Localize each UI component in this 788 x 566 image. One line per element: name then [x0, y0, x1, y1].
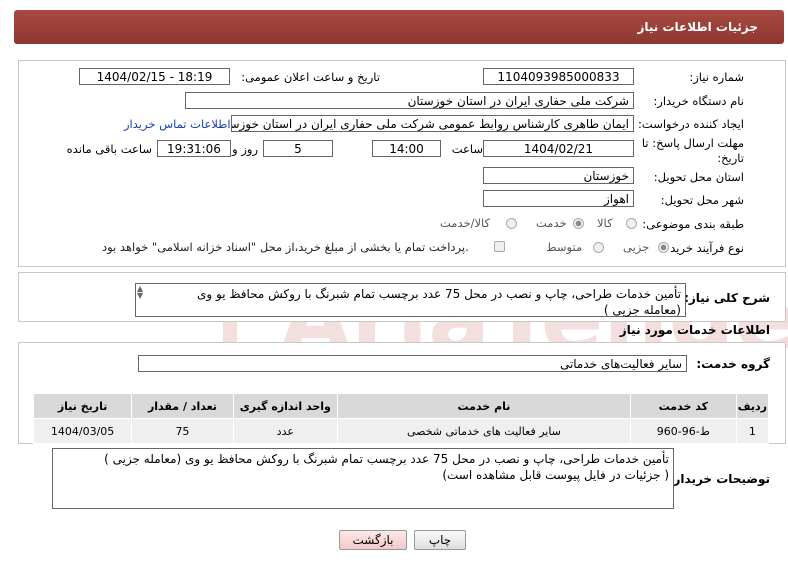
back-button[interactable]: بازگشت: [339, 530, 407, 550]
remaining-time-label: ساعت باقی مانده: [66, 142, 152, 156]
category-service-label: خدمت: [536, 216, 567, 230]
city-field: اهواز: [483, 190, 634, 207]
col-date-header: تاریخ نیاز: [32, 393, 133, 419]
buyer-org-label: نام دستگاه خریدار:: [653, 94, 744, 108]
requester-label: ایجاد کننده درخواست:: [638, 117, 744, 131]
scrollbar-arrows[interactable]: ▲ ▼: [137, 285, 147, 300]
treasury-payment-checkbox[interactable]: [494, 241, 505, 252]
table-header-row: تاریخ نیاز تعداد / مقدار واحد اندازه گیر…: [32, 393, 770, 419]
col-name-header: نام خدمت: [336, 393, 631, 419]
buyer-notes-line2: ( جزئیات در فایل پیوست قابل مشاهده است): [442, 468, 669, 482]
service-group-label: گروه خدمت:: [696, 357, 770, 371]
page-header: جزئیات اطلاعات نیاز: [14, 10, 784, 44]
need-number-field: 1104093985000833: [483, 68, 634, 85]
buyer-org-field: شرکت ملی حفاری ایران در استان خوزستان: [185, 92, 634, 109]
table-row: 1404/03/05 75 عدد سایر فعالیت های خدماتی…: [32, 418, 770, 444]
service-group-field: سایر فعالیت‌های خدماتی: [138, 355, 687, 372]
category-goods-label: کالا: [597, 216, 613, 230]
requester-field: ایمان طاهری کارشناس روابط عمومی شرکت ملی…: [231, 115, 634, 132]
category-goods-radio[interactable]: [626, 218, 637, 229]
services-section-title: اطلاعات خدمات مورد نیاز: [619, 323, 770, 337]
col-unit-header: واحد اندازه گیری: [232, 393, 338, 419]
services-table: تاریخ نیاز تعداد / مقدار واحد اندازه گیر…: [32, 393, 770, 444]
category-goods-service-label: کالا/خدمت: [440, 216, 491, 230]
cell-name: سایر فعالیت های خدماتی شخصی: [336, 418, 631, 444]
deadline-time-label: ساعت: [451, 142, 483, 156]
buyer-notes-label: توضیحات خریدار:: [668, 472, 770, 486]
page-title: جزئیات اطلاعات نیاز: [637, 20, 758, 34]
cell-row: 1: [735, 418, 770, 444]
cell-code: ط-96-960: [629, 418, 737, 444]
process-minor-radio[interactable]: [658, 242, 669, 253]
col-code-header: کد خدمت: [629, 393, 737, 419]
days-label: روز و: [232, 142, 258, 156]
buyer-notes-textarea[interactable]: تأمین خدمات طراحی، چاپ و نصب در محل 75 ع…: [52, 448, 674, 509]
cell-unit: عدد: [232, 418, 338, 444]
deadline-time-field: 14:00: [372, 140, 441, 157]
days-remaining-field: 5: [263, 140, 333, 157]
category-service-radio[interactable]: [573, 218, 584, 229]
announce-datetime-field: 1404/02/15 - 18:19: [79, 68, 230, 85]
cell-date: 1404/03/05: [32, 418, 133, 444]
process-type-label: نوع فرآیند خرید :: [662, 241, 744, 255]
col-qty-header: تعداد / مقدار: [131, 393, 234, 419]
province-field: خوزستان: [483, 167, 634, 184]
deadline-label: مهلت ارسال پاسخ: تا: [641, 136, 744, 150]
deadline-date-label: تاریخ:: [717, 151, 744, 165]
city-label: شهر محل تحویل:: [660, 193, 744, 207]
category-label: طبقه بندی موضوعی:: [642, 217, 744, 231]
buyer-notes-line1: تأمین خدمات طراحی، چاپ و نصب در محل 75 ع…: [104, 452, 669, 466]
deadline-date-field: 1404/02/21: [483, 140, 634, 157]
process-medium-radio[interactable]: [593, 242, 604, 253]
category-goods-service-radio[interactable]: [506, 218, 517, 229]
process-medium-label: متوسط: [546, 240, 583, 254]
announce-datetime-label: تاریخ و ساعت اعلان عمومی:: [241, 70, 380, 84]
summary-label: شرح کلی نیاز:: [684, 291, 770, 305]
remaining-time-field: 19:31:06: [157, 140, 231, 157]
summary-textarea[interactable]: تأمین خدمات طراحی، چاپ و نصب در محل 75 ع…: [135, 283, 686, 317]
buyer-contact-link[interactable]: اطلاعات تماس خریدار: [124, 117, 231, 131]
province-label: استان محل تحویل:: [653, 170, 744, 184]
cell-qty: 75: [131, 418, 234, 444]
payment-note: پرداخت تمام یا بخشی از مبلغ خرید،از محل …: [102, 240, 469, 254]
print-button[interactable]: چاپ: [414, 530, 466, 550]
process-minor-label: جزیی: [623, 240, 650, 254]
need-number-label: شماره نیاز:: [689, 70, 744, 84]
col-row-header: ردیف: [735, 393, 770, 419]
